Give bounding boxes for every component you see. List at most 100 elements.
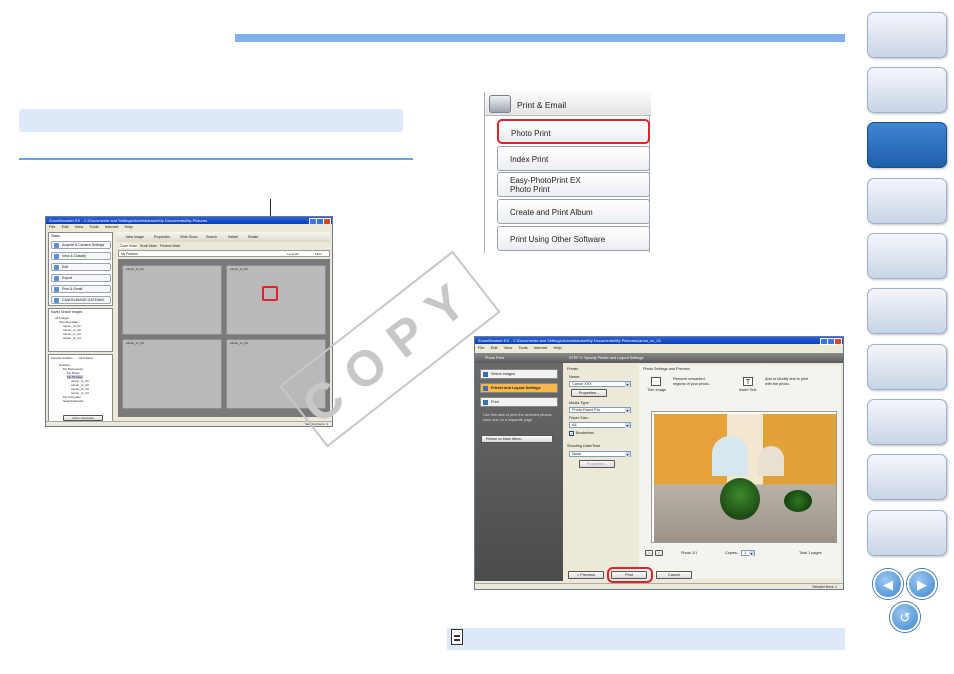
toolbar-delete[interactable]: Delete <box>228 235 238 239</box>
menu-internet[interactable]: Internet <box>105 224 119 229</box>
toolbar-properties[interactable]: Properties <box>154 235 170 239</box>
task-print-email[interactable]: Print & Email <box>51 285 111 293</box>
saved-search-item[interactable]: canon_xx_04 <box>63 336 81 340</box>
return-button[interactable]: ↺ <box>890 602 920 632</box>
zoom-level[interactable]: Level 00 <box>287 252 298 256</box>
print-preview-page <box>651 411 837 543</box>
printer-properties-button[interactable]: Properties... <box>571 389 607 397</box>
cancel-button[interactable]: Cancel <box>656 571 692 579</box>
menu-tools[interactable]: Tools <box>518 345 527 350</box>
close-button[interactable] <box>834 338 842 345</box>
zoombrowser-menubar: File Edit View Tools Internet Help <box>46 224 332 230</box>
photo-print-panel-title: Photo Print <box>485 356 504 360</box>
zoombrowser-title-bar: ZoomBrowser EX - C:\Documents and Settin… <box>46 217 332 225</box>
task-export[interactable]: Export <box>51 274 111 282</box>
menu-file[interactable]: File <box>478 345 484 350</box>
toolbar-rotate[interactable]: Rotate <box>248 235 258 239</box>
photo-print-title: ZoomBrowser EX - C:\Documents and Settin… <box>478 338 661 343</box>
shooting-date-select[interactable]: None <box>569 451 631 457</box>
tab-preview-mode[interactable]: Preview Mode <box>160 244 180 248</box>
previous-step-button[interactable]: < Previous <box>568 571 604 579</box>
trim-image-desc: Remove unwanted regions of your photo. <box>673 377 710 386</box>
photo-counter: Photo 1/1 <box>681 551 698 555</box>
saved-search-label: Saved Search Images <box>51 310 83 314</box>
menu-photo-print[interactable]: Photo Print <box>497 119 650 144</box>
menu-help[interactable]: Help <box>554 345 562 350</box>
saved-search-pane: Saved Search Images All Images Shooting … <box>48 308 113 352</box>
preview-photo <box>654 414 836 542</box>
copies-input[interactable]: 1 <box>741 550 755 556</box>
menu-help[interactable]: Help <box>125 224 133 229</box>
chapter-tab-5[interactable] <box>867 233 947 279</box>
folder-canon-xx-01[interactable]: canon_xx_01 <box>122 265 222 335</box>
tasks-label: Tasks <box>51 234 60 238</box>
total-pages: Total 1 pages <box>799 551 822 555</box>
location-bar: My Pictures Level 00 Filter <box>118 250 330 257</box>
chapter-tab-9[interactable] <box>867 454 947 500</box>
header-accent-bar <box>235 34 845 42</box>
toolbar-new-image[interactable]: New Image <box>126 235 144 239</box>
step-select-images[interactable]: Select Images <box>480 369 558 379</box>
media-type-select[interactable]: Photo Paper Pro <box>569 407 631 413</box>
printer-icon <box>489 95 511 113</box>
media-type-label: Media Type: <box>569 401 590 405</box>
step-print[interactable]: Print <box>480 397 558 407</box>
task-edit[interactable]: Edit <box>51 263 111 271</box>
filter-button[interactable]: Filter <box>315 252 322 256</box>
next-photo-button[interactable]: › <box>655 550 663 556</box>
menu-print-other-software[interactable]: Print Using Other Software <box>497 226 650 251</box>
printer-name-select[interactable]: Canon XXX <box>569 381 631 387</box>
next-page-button[interactable]: ▶ <box>907 569 937 599</box>
chapter-tab-10[interactable] <box>867 510 947 556</box>
chapter-tab-6[interactable] <box>867 288 947 334</box>
menu-edit[interactable]: Edit <box>62 224 69 229</box>
prev-photo-button[interactable]: ‹ <box>645 550 653 556</box>
preview-panel: Photo Settings and Preview Trim Image Re… <box>639 365 841 579</box>
menu-index-print[interactable]: Index Print <box>497 146 650 171</box>
menu-file[interactable]: File <box>49 224 55 229</box>
folder-canon-xx-02[interactable]: canon_xx_02 <box>226 265 326 335</box>
photo-print-title-bar: ZoomBrowser EX - C:\Documents and Settin… <box>475 337 843 345</box>
menu-tools[interactable]: Tools <box>89 224 98 229</box>
menu-easy-photoprint[interactable]: Easy-PhotoPrint EX Photo Print <box>497 172 650 197</box>
chapter-tab-1[interactable] <box>867 12 947 58</box>
chapter-tab-2[interactable] <box>867 67 947 113</box>
borderless-checkbox[interactable]: ✓ <box>569 431 574 436</box>
task-view-classify[interactable]: View & Classify <box>51 252 111 260</box>
menu-view[interactable]: View <box>504 345 513 350</box>
tab-favorite-folders[interactable]: Favorite Folders <box>51 356 73 360</box>
insert-text-button[interactable]: T <box>743 377 753 386</box>
return-main-menu-button[interactable]: Return to Main Menu <box>481 435 553 443</box>
task-acquire[interactable]: Acquire & Camera Settings <box>51 241 111 249</box>
zoombrowser-statusbar: Selected Items: 1 <box>46 421 332 426</box>
step-printer-layout[interactable]: Printer and Layout Settings <box>480 383 558 393</box>
print-email-header: Print & Email <box>485 92 651 116</box>
trim-image-button[interactable] <box>651 377 661 386</box>
toolbar-search[interactable]: Search <box>206 235 217 239</box>
task-sidebar: Select Images Printer and Layout Setting… <box>475 363 563 581</box>
location-text: My Pictures <box>121 252 138 256</box>
previous-page-button[interactable]: ◀ <box>873 569 903 599</box>
menu-edit[interactable]: Edit <box>491 345 498 350</box>
menu-internet[interactable]: Internet <box>534 345 548 350</box>
tasks-pane: Tasks Acquire & Camera Settings View & C… <box>48 232 113 306</box>
tab-scroll-mode[interactable]: Scroll Mode <box>140 244 157 248</box>
chapter-tab-4[interactable] <box>867 178 947 224</box>
print-button-highlight <box>607 567 653 583</box>
paper-size-select[interactable]: A4 <box>569 422 631 428</box>
chapter-tab-7[interactable] <box>867 344 947 390</box>
chapter-tab-8[interactable] <box>867 399 947 445</box>
section-heading-band <box>19 109 403 132</box>
printer-name-label: Name: <box>569 375 581 379</box>
menu-create-print-album[interactable]: Create and Print Album <box>497 199 650 224</box>
chapter-tab-3-active[interactable] <box>867 122 947 168</box>
tab-all-folders[interactable]: All Folders <box>79 356 94 360</box>
toolbar-slide-show[interactable]: Slide Show <box>180 235 198 239</box>
memo-icon <box>451 629 463 645</box>
folder-tree-item[interactable]: Search Results <box>63 399 83 403</box>
selected-image-highlight <box>262 286 278 301</box>
tab-zoom-mode[interactable]: Zoom Mode <box>120 244 138 248</box>
menu-view[interactable]: View <box>75 224 84 229</box>
folder-canon-xx-03[interactable]: canon_xx_03 <box>122 339 222 409</box>
task-canon-gateway[interactable]: CANON iMAGE GATEWAY <box>51 296 111 304</box>
